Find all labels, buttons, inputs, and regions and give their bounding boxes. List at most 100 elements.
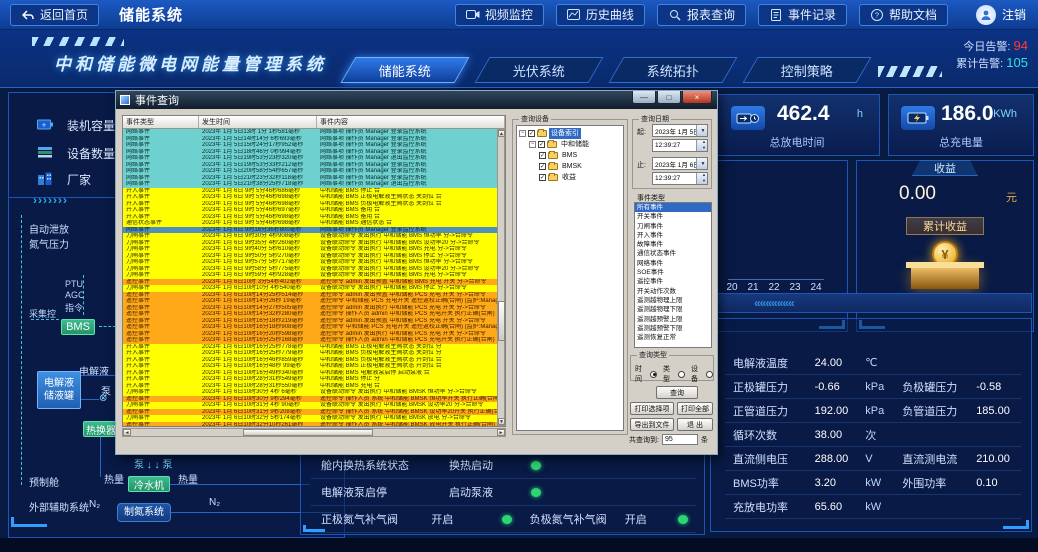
device-tree-node[interactable]: ✓ BMS — [519, 150, 621, 161]
event-type-option[interactable]: 开关动作次数 — [635, 287, 711, 296]
query-device-label: 查询设备 — [519, 114, 551, 124]
event-type-option[interactable]: 网络事件 — [635, 259, 711, 268]
measurement-panel: 电解液温度24.00℃正极罐压力-0.66kPa负极罐压力-0.58kPa正管道… — [710, 318, 1032, 532]
column-occurrence-time[interactable]: 发生时间 — [199, 116, 317, 129]
print-all-button[interactable]: 打印全部 — [677, 402, 713, 415]
cumulative-revenue-badge[interactable]: 累计收益 — [906, 217, 984, 235]
measurement-cell: kPa — [1013, 405, 1021, 417]
status-row: 正极氮气补气阀开启负极氮气补气阀开启 — [311, 506, 696, 533]
event-type-option[interactable]: 遥测越预警下限 — [635, 324, 711, 333]
scroll-up-arrow[interactable]: ▲ — [498, 130, 505, 137]
tree-checkbox[interactable]: ✓ — [539, 152, 546, 159]
tree-expand-icon[interactable]: − — [519, 130, 526, 137]
query-type-option[interactable]: 时间 — [635, 364, 657, 384]
discharge-time-unit: h — [857, 108, 863, 120]
event-type-option[interactable]: 遥控事件 — [635, 277, 711, 286]
event-row[interactable]: 遥控事件2023年 1月 6日10时32分10秒261毫秒遥控命令 操作人员 系… — [123, 422, 497, 427]
event-type-option[interactable]: SOE事件 — [635, 268, 711, 277]
device-tree-node[interactable]: ✓ 收益 — [519, 172, 621, 183]
event-type-option[interactable]: 开关事件 — [635, 212, 711, 221]
alarm-today-value: 94 — [1014, 38, 1028, 53]
tab-photovoltaic[interactable]: 光伏系统 — [474, 57, 603, 83]
event-type-option[interactable]: 刀闸事件 — [635, 222, 711, 231]
tab-system-topology[interactable]: 系统拓扑 — [608, 57, 737, 83]
spinner-arrows-icon[interactable]: ▲▼ — [696, 140, 707, 151]
event-type-option[interactable]: 故障事件 — [635, 240, 711, 249]
status-green-dot — [502, 515, 512, 524]
device-tree-node[interactable]: −✓ 设备索引 — [519, 128, 621, 139]
query-type-option[interactable]: 类型 — [663, 364, 685, 384]
device-tree-node[interactable]: ✓ BMSK — [519, 161, 621, 172]
spinner-arrows-icon[interactable]: ▲▼ — [696, 173, 707, 184]
measurement-cell: 正管道压力 — [725, 403, 807, 419]
exit-button[interactable]: 退 出 — [677, 418, 713, 431]
event-type-option[interactable]: 遥测越物理上限 — [635, 296, 711, 305]
export-file-button[interactable]: 导出到文件 — [630, 418, 674, 431]
tree-node-label[interactable]: 收益 — [560, 172, 578, 183]
scroll-down-arrow[interactable]: ▼ — [498, 418, 505, 425]
tree-expand-icon[interactable]: − — [529, 141, 536, 148]
tree-checkbox[interactable]: ✓ — [528, 130, 535, 137]
sidebar-item-installed-capacity[interactable]: + 装机容量 — [37, 117, 115, 134]
query-button[interactable]: 查询 — [656, 386, 698, 399]
tree-checkbox[interactable]: ✓ — [539, 163, 546, 170]
tab-control-strategy[interactable]: 控制策略 — [742, 57, 871, 83]
column-event-content[interactable]: 事件内容 — [317, 116, 505, 129]
result-count-input[interactable]: 95 — [662, 434, 698, 445]
dialog-titlebar[interactable]: 事件查询 — [116, 91, 717, 109]
event-type-option[interactable]: 遥测越物理下限 — [635, 305, 711, 314]
tree-checkbox[interactable]: ✓ — [539, 174, 546, 181]
history-curve-button[interactable]: 历史曲线 — [556, 4, 645, 26]
tree-node-label[interactable]: 中和储能 — [559, 139, 591, 150]
help-doc-button[interactable]: ? 帮助文档 — [859, 4, 948, 26]
dropdown-arrow-icon[interactable]: ▼ — [696, 125, 707, 136]
event-type-option[interactable]: 开入事件 — [635, 231, 711, 240]
event-type-option[interactable]: 遥测越预警上限 — [635, 315, 711, 324]
measurement-cell: 3.20 — [807, 477, 858, 489]
report-query-button[interactable]: 报表查询 — [657, 4, 746, 26]
event-record-label: 事件记录 — [788, 6, 836, 23]
time-to-spinner[interactable]: 12:39:27▲▼ — [652, 172, 708, 185]
radio-button[interactable] — [678, 371, 685, 378]
radio-button[interactable] — [650, 371, 657, 378]
measurement-cell: 次 — [857, 427, 894, 443]
time-from-spinner[interactable]: 12:39:27▲▼ — [652, 139, 708, 152]
scroll-right-arrow[interactable]: ► — [497, 429, 505, 436]
maximize-button[interactable]: □ — [657, 91, 681, 104]
print-selected-button[interactable]: 打印选择项 — [630, 402, 674, 415]
date-from-dropdown[interactable]: 2023年 1月 5日▼ — [652, 124, 708, 137]
tree-node-label[interactable]: BMS — [560, 150, 579, 161]
tab-energy-storage[interactable]: 储能系统 — [340, 57, 469, 83]
tree-node-label[interactable]: BMSK — [560, 161, 584, 172]
query-type-option[interactable]: 设备 — [691, 364, 713, 384]
query-type-group: 查询类型 时间类型设备 — [630, 355, 714, 381]
back-home-button[interactable]: 返回首页 — [10, 4, 99, 26]
horizontal-scroll-thumb[interactable] — [243, 429, 373, 436]
query-type-label: 查询类型 — [637, 350, 669, 360]
device-tree-node[interactable]: −✓ 中和储能 — [519, 139, 621, 150]
event-record-button[interactable]: 事件记录 — [758, 4, 847, 26]
nitrogen-system-node: 制氮系统 — [117, 503, 171, 522]
charge-amount-label: 总充电量 — [889, 134, 1033, 150]
video-monitor-button[interactable]: 视频监控 — [455, 4, 544, 26]
minimize-button[interactable]: — — [632, 91, 656, 104]
sidebar-item-manufacturer[interactable]: 厂家 — [37, 171, 91, 188]
measurement-row: 电解液温度24.00℃ — [725, 351, 1021, 375]
date-to-dropdown[interactable]: 2023年 1月 6日▼ — [652, 157, 708, 170]
event-type-option[interactable]: 遥测恢复正常 — [635, 333, 711, 342]
logout-button[interactable]: 注销 — [976, 5, 1026, 25]
sidebar-item-device-count[interactable]: 设备数量 — [37, 145, 115, 162]
event-type-option[interactable]: 通信状态事件 — [635, 249, 711, 258]
dropdown-arrow-icon[interactable]: ▼ — [696, 158, 707, 169]
tree-checkbox[interactable]: ✓ — [538, 141, 545, 148]
radio-button[interactable] — [706, 371, 713, 378]
close-button[interactable]: × — [682, 91, 712, 104]
column-event-type[interactable]: 事件类型 — [123, 116, 199, 129]
horizontal-scrollbar[interactable]: ◄ ► — [122, 428, 506, 437]
vertical-scrollbar[interactable]: ▲ ▼ — [497, 129, 505, 426]
measurement-cell: kW — [1013, 477, 1021, 489]
vertical-scroll-thumb[interactable] — [498, 301, 505, 341]
tree-node-label[interactable]: 设备索引 — [549, 128, 581, 139]
scroll-left-arrow[interactable]: ◄ — [123, 429, 131, 436]
event-type-option[interactable]: 所有事件 — [635, 203, 711, 212]
